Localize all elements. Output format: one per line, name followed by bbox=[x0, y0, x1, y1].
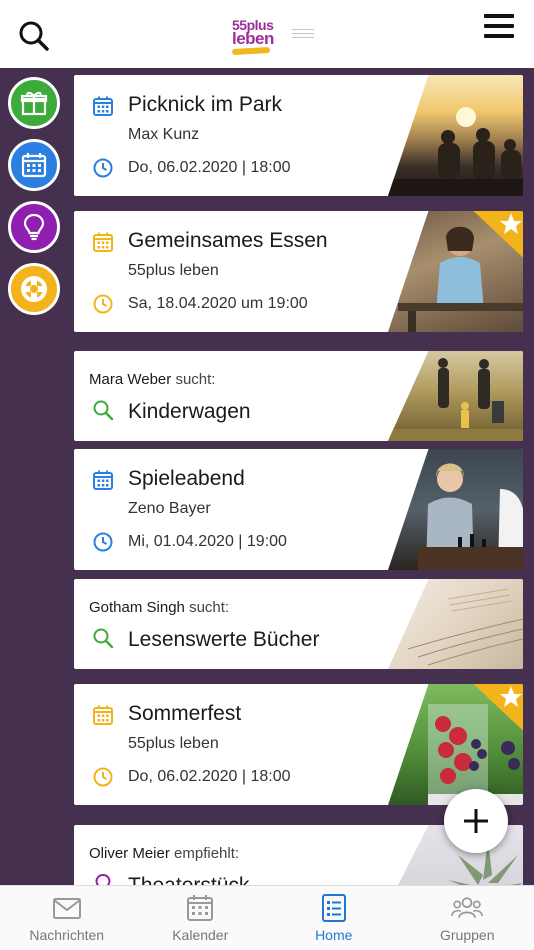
event-title: Spieleabend bbox=[128, 467, 245, 490]
search-image bbox=[388, 351, 523, 441]
search-person: Mara Weber sucht: bbox=[89, 371, 215, 388]
event-title: Sommerfest bbox=[128, 702, 242, 725]
tab-label: Home bbox=[315, 927, 353, 943]
search-title: Lesenswerte Bücher bbox=[128, 628, 320, 651]
event-card[interactable]: Sommerfest 55plus leben Do, 06.02.2020 |… bbox=[74, 684, 523, 805]
event-date: Mi, 01.04.2020 | 19:00 bbox=[128, 533, 287, 550]
person-name: Oliver Meier bbox=[89, 845, 170, 862]
calendar-icon bbox=[93, 232, 113, 252]
idea-button[interactable] bbox=[8, 201, 60, 253]
event-date: Sa, 18.04.2020 um 19:00 bbox=[128, 295, 308, 312]
lightbulb-icon bbox=[23, 213, 45, 241]
logo-swoosh bbox=[231, 47, 271, 55]
calendar-icon bbox=[187, 895, 214, 921]
calendar-icon bbox=[93, 705, 113, 725]
event-date: Do, 06.02.2020 | 18:00 bbox=[128, 159, 291, 176]
magnifier-icon bbox=[93, 628, 114, 649]
action-verb: sucht: bbox=[175, 371, 216, 388]
clock-icon bbox=[93, 158, 113, 178]
recommend-person: Oliver Meier empfiehlt: bbox=[89, 845, 239, 862]
add-button[interactable] bbox=[444, 789, 508, 853]
search-icon[interactable] bbox=[16, 18, 52, 54]
event-image bbox=[388, 449, 523, 570]
person-name: Mara Weber bbox=[89, 371, 172, 388]
calendar-button[interactable] bbox=[8, 139, 60, 191]
action-verb: empfiehlt: bbox=[174, 845, 240, 862]
tab-kalender[interactable]: Kalender bbox=[134, 886, 268, 950]
app-header: 55plus leben bbox=[0, 0, 534, 68]
event-card[interactable]: Spieleabend Zeno Bayer Mi, 01.04.2020 | … bbox=[74, 449, 523, 570]
tab-home[interactable]: Home bbox=[267, 886, 401, 950]
magnifier-icon bbox=[93, 400, 114, 421]
calendar-icon bbox=[21, 153, 47, 178]
event-image bbox=[388, 75, 523, 196]
event-host: Zeno Bayer bbox=[128, 500, 211, 517]
gift-button[interactable] bbox=[8, 77, 60, 129]
tab-label: Kalender bbox=[172, 927, 229, 943]
event-card[interactable]: Picknick im Park Max Kunz Do, 06.02.2020… bbox=[74, 75, 523, 196]
featured-star-badge bbox=[473, 684, 523, 731]
clock-icon bbox=[93, 294, 113, 314]
person-name: Gotham Singh bbox=[89, 599, 185, 616]
clock-icon bbox=[93, 532, 113, 552]
lifebuoy-icon bbox=[21, 276, 47, 302]
app-logo: 55plus leben bbox=[230, 17, 320, 57]
search-image bbox=[388, 579, 523, 669]
search-card[interactable]: Mara Weber sucht: Kinderwagen bbox=[74, 351, 523, 441]
gift-icon bbox=[20, 91, 48, 116]
event-card[interactable]: Gemeinsames Essen 55plus leben Sa, 18.04… bbox=[74, 211, 523, 332]
bottom-tab-bar: Nachrichten Kalender Home Gruppen bbox=[0, 885, 534, 950]
plus-icon bbox=[464, 809, 488, 833]
event-host: 55plus leben bbox=[128, 735, 219, 752]
clock-icon bbox=[93, 767, 113, 787]
event-host: Max Kunz bbox=[128, 126, 200, 143]
logo-text-bottom: leben bbox=[232, 29, 274, 48]
action-verb: sucht: bbox=[189, 599, 230, 616]
tab-gruppen[interactable]: Gruppen bbox=[401, 886, 534, 950]
list-icon bbox=[321, 894, 346, 922]
logo-tagline bbox=[292, 29, 314, 43]
event-date: Do, 06.02.2020 | 18:00 bbox=[128, 768, 291, 785]
search-card[interactable]: Gotham Singh sucht: Lesenswerte Bücher bbox=[74, 579, 523, 669]
calendar-icon bbox=[93, 470, 113, 490]
help-button[interactable] bbox=[8, 263, 60, 315]
featured-star-badge bbox=[473, 211, 523, 258]
search-person: Gotham Singh sucht: bbox=[89, 599, 229, 616]
calendar-icon bbox=[93, 96, 113, 116]
tab-label: Gruppen bbox=[440, 927, 495, 943]
envelope-icon bbox=[52, 898, 81, 919]
event-title: Picknick im Park bbox=[128, 93, 283, 116]
search-title: Kinderwagen bbox=[128, 400, 251, 423]
hamburger-menu-icon[interactable] bbox=[484, 14, 518, 44]
event-host: 55plus leben bbox=[128, 262, 219, 279]
group-icon bbox=[451, 897, 484, 919]
tab-nachrichten[interactable]: Nachrichten bbox=[0, 886, 134, 950]
event-title: Gemeinsames Essen bbox=[128, 229, 328, 252]
tab-label: Nachrichten bbox=[29, 927, 105, 943]
